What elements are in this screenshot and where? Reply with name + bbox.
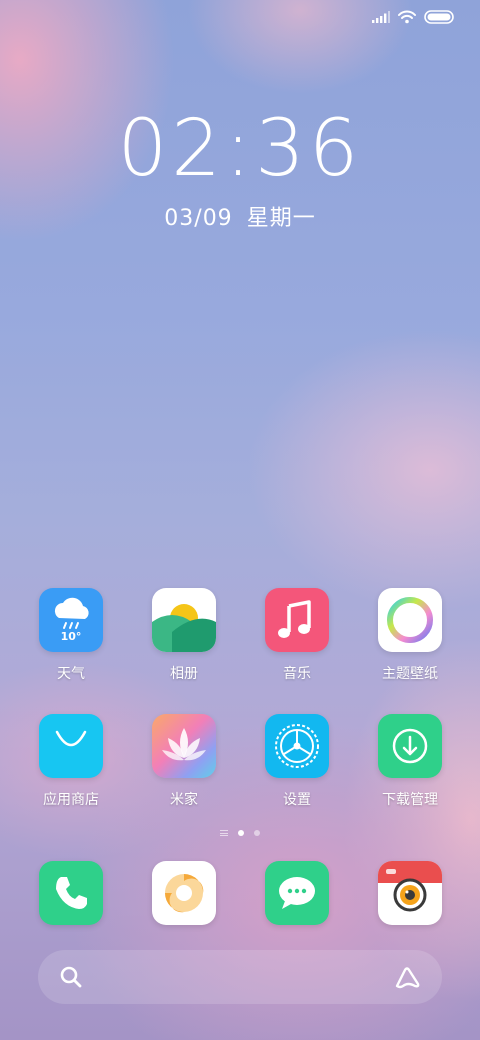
downloads-icon	[378, 714, 442, 778]
gallery-icon	[152, 588, 216, 652]
app-gallery[interactable]: 相册	[129, 588, 239, 683]
app-themes[interactable]: 主题壁纸	[355, 588, 465, 683]
messages-icon	[265, 861, 329, 925]
phone-icon	[39, 861, 103, 925]
app-music[interactable]: 音乐	[242, 588, 352, 683]
clock-date[interactable]: 03/09 星期一	[0, 200, 480, 232]
app-label: 下载管理	[382, 792, 438, 808]
date-text: 03/09	[164, 206, 233, 231]
app-label: 米家	[170, 792, 198, 808]
search-bar[interactable]	[38, 950, 442, 1004]
app-downloads[interactable]: 下载管理	[355, 714, 465, 809]
settings-icon	[265, 714, 329, 778]
page-indicator[interactable]	[0, 830, 480, 836]
dock-browser[interactable]	[129, 861, 239, 925]
app-label: 天气	[57, 666, 85, 682]
dock-camera[interactable]	[355, 861, 465, 925]
app-store[interactable]: 应用商店	[16, 714, 126, 809]
page-dot-2	[254, 830, 260, 836]
search-icon[interactable]	[60, 966, 82, 988]
app-label: 音乐	[283, 666, 311, 682]
dock-messages[interactable]	[242, 861, 352, 925]
app-label: 设置	[283, 792, 311, 808]
weather-icon: 10°	[39, 588, 103, 652]
weekday-text: 星期一	[246, 206, 316, 231]
app-label: 应用商店	[43, 792, 99, 808]
app-label: 主题壁纸	[382, 666, 438, 682]
music-icon	[265, 588, 329, 652]
app-mijia[interactable]: 米家	[129, 714, 239, 809]
clock-time[interactable]: 02:36	[0, 104, 480, 194]
weather-temp: 10°	[60, 630, 82, 643]
app-label: 相册	[170, 666, 198, 682]
browser-icon	[152, 861, 216, 925]
camera-icon	[378, 861, 442, 925]
themes-icon	[378, 588, 442, 652]
mijia-icon	[152, 714, 216, 778]
app-settings[interactable]: 设置	[242, 714, 352, 809]
app-weather[interactable]: 10° 天气	[16, 588, 126, 683]
drawer-menu-icon	[220, 830, 228, 836]
app-store-icon	[39, 714, 103, 778]
wifi-icon	[398, 10, 416, 24]
signal-icon	[372, 11, 390, 23]
status-bar	[372, 10, 454, 24]
assistant-icon[interactable]	[394, 964, 422, 990]
battery-icon	[424, 10, 454, 24]
dock-phone[interactable]	[16, 861, 126, 925]
page-dot-1	[238, 830, 244, 836]
